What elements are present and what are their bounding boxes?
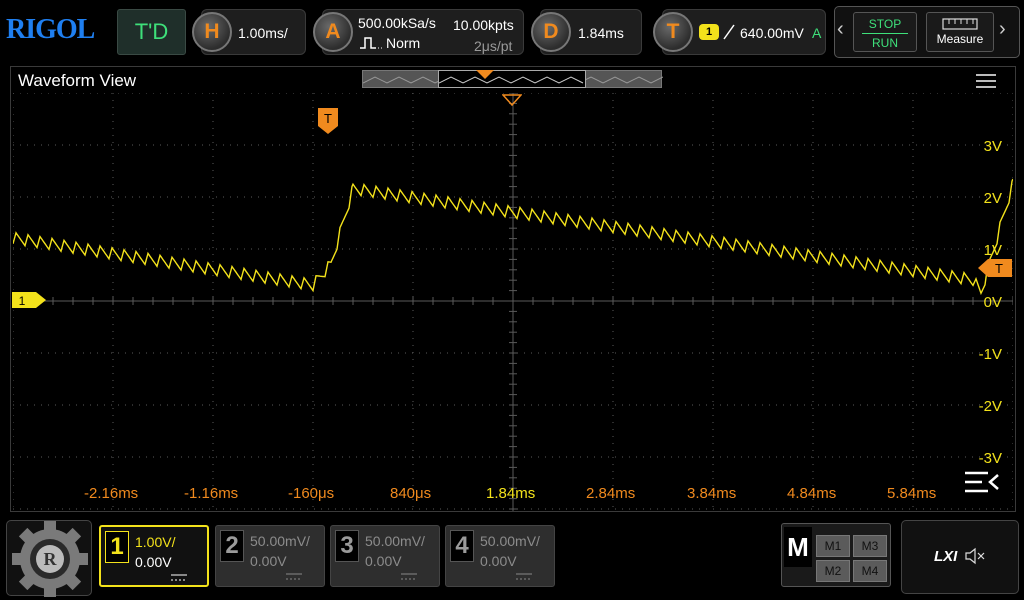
speaker-muted-icon[interactable] <box>964 547 988 565</box>
view-position-marker-icon <box>476 70 494 79</box>
math-m2-button[interactable]: M2 <box>816 560 850 582</box>
delay-key[interactable]: D <box>531 12 571 52</box>
dc-coupling-icon <box>171 574 187 581</box>
volt-label: 2V <box>983 190 1002 207</box>
measure-button[interactable]: Measure <box>926 12 994 52</box>
channel-2-box[interactable]: 2 50.00mV/ 0.00V <box>215 525 325 587</box>
top-bar: RIGOL T'D H 1.00ms/ A 500.00kSa/s 10.00k… <box>0 0 1024 60</box>
channel-scale: 50.00mV/ <box>250 533 310 549</box>
display-mode-button[interactable]: T'D <box>117 9 186 55</box>
trigger-level: 640.00mV <box>740 25 804 41</box>
trigger-position-marker-icon <box>502 94 522 106</box>
volt-label: -2V <box>978 398 1002 415</box>
acquire-mode-icon <box>360 37 382 49</box>
time-label: 4.84ms <box>787 485 837 502</box>
time-label: -1.16ms <box>184 485 239 502</box>
time-label: 3.84ms <box>687 485 737 502</box>
svg-text:R: R <box>44 549 58 569</box>
volt-label: -3V <box>978 450 1002 467</box>
rigol-logo: RIGOL <box>6 14 95 45</box>
time-label: 5.84ms <box>887 485 937 502</box>
channel-offset: 0.00V <box>135 554 172 570</box>
trigger-source-badge: 1 <box>699 24 719 40</box>
time-label: 840μs <box>390 485 432 502</box>
acquire-key[interactable]: A <box>313 12 353 52</box>
run-label: RUN <box>872 36 898 50</box>
channel-4-box[interactable]: 4 50.00mV/ 0.00V <box>445 525 555 587</box>
math-m4-button[interactable]: M4 <box>853 560 887 582</box>
overview-window[interactable] <box>438 70 586 88</box>
channel-scale: 1.00V/ <box>135 534 176 550</box>
collapse-icon[interactable] <box>962 469 1002 497</box>
channel-offset: 0.00V <box>480 553 517 569</box>
channel-1-marker-label: 1 <box>19 294 26 308</box>
volt-label: 0V <box>983 294 1002 311</box>
horizontal-key[interactable]: H <box>192 12 232 52</box>
channel-scale: 50.00mV/ <box>365 533 425 549</box>
left-arrow-icon[interactable]: ‹ <box>837 18 844 41</box>
time-label: -2.16ms <box>84 485 139 502</box>
trigger-level-marker[interactable]: T <box>978 259 1012 277</box>
measure-label: Measure <box>936 32 984 46</box>
time-per-point: 2μs/pt <box>474 38 513 54</box>
waveform-view-title: Waveform View <box>18 71 137 90</box>
channel-3-box[interactable]: 3 50.00mV/ 0.00V <box>330 525 440 587</box>
gear-icon: R <box>12 521 88 597</box>
rising-edge-icon <box>723 24 735 40</box>
channel-number: 1 <box>105 531 129 563</box>
stop-label: STOP <box>868 17 902 31</box>
trigger-time-marker-label: T <box>324 111 332 126</box>
sample-rate: 500.00kSa/s <box>358 15 436 31</box>
ruler-icon <box>942 18 978 30</box>
math-key[interactable]: M <box>784 527 812 567</box>
trigger-level-marker-label: T <box>995 261 1003 276</box>
channel-number: 2 <box>220 530 244 562</box>
volt-label: 1V <box>983 242 1002 259</box>
right-arrow-icon[interactable]: › <box>999 18 1006 41</box>
overview-window-waveform <box>438 76 584 84</box>
channel-offset: 0.00V <box>250 553 287 569</box>
acquire-mode: Norm <box>386 35 421 51</box>
dc-coupling-icon <box>401 573 417 580</box>
home-button[interactable]: R <box>6 520 92 597</box>
math-m1-button[interactable]: M1 <box>816 535 850 557</box>
trigger-sweep: A <box>812 25 822 41</box>
channel-1-marker[interactable]: 1 <box>12 292 46 308</box>
math-m3-button[interactable]: M3 <box>853 535 887 557</box>
volt-label: 3V <box>983 138 1002 155</box>
timebase-value: 1.00ms/ <box>238 25 288 41</box>
lxi-label: LXI <box>934 548 958 565</box>
trigger-time-marker[interactable]: T <box>318 108 338 134</box>
dc-coupling-icon <box>286 573 302 580</box>
channel-number: 4 <box>450 530 474 562</box>
time-label: 2.84ms <box>586 485 636 502</box>
waveform-grid <box>13 93 1013 511</box>
menu-icon[interactable] <box>976 74 996 88</box>
run-stop-button[interactable]: STOP RUN <box>853 12 917 52</box>
time-label: -160μs <box>288 485 335 502</box>
time-label-center: 1.84ms <box>486 485 536 502</box>
volt-label: -1V <box>978 346 1002 363</box>
trigger-key[interactable]: T <box>653 12 693 52</box>
dc-coupling-icon <box>516 573 532 580</box>
memory-depth: 10.00kpts <box>453 17 514 33</box>
channel-number: 3 <box>335 530 359 562</box>
channel-1-box[interactable]: 1 1.00V/ 0.00V <box>99 525 209 587</box>
delay-value: 1.84ms <box>578 25 624 41</box>
status-panel: LXI <box>901 520 1019 594</box>
channel-offset: 0.00V <box>365 553 402 569</box>
channel-scale: 50.00mV/ <box>480 533 540 549</box>
